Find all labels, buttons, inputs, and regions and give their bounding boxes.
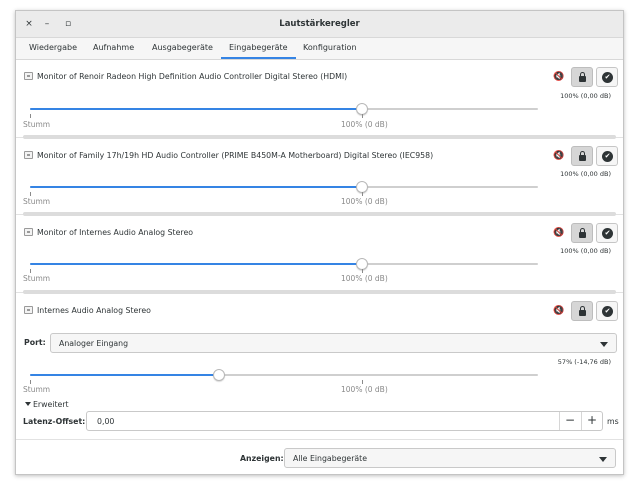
input-device-icon (24, 151, 33, 159)
dropdown-arrow-icon (599, 457, 607, 462)
titlebar: × – ▫ Lautstärkeregler (16, 11, 623, 38)
check-icon: ✔ (602, 72, 613, 83)
slider-tick (30, 380, 31, 384)
lock-channels-button[interactable] (571, 146, 593, 166)
check-icon: ✔ (602, 151, 613, 162)
advanced-label: Erweitert (33, 400, 69, 409)
volume-slider-fill (30, 263, 362, 265)
volume-slider-knob[interactable] (213, 369, 226, 381)
full-volume-mark-label: 100% (0 dB) (341, 197, 388, 206)
latency-offset-label: Latenz-Offset: (23, 417, 86, 426)
mute-mark-label: Stumm (23, 120, 51, 129)
latency-unit: ms (607, 417, 619, 426)
volume-slider-fill (30, 374, 220, 376)
device-row: Monitor of Internes Audio Analog Stereo … (16, 215, 623, 294)
tab-input-devices[interactable]: Eingabegeräte (221, 43, 296, 59)
volume-slider[interactable] (30, 258, 538, 270)
volume-slider[interactable] (30, 103, 538, 115)
device-row: Monitor of Renoir Radeon High Definition… (16, 61, 623, 139)
volume-slider[interactable] (30, 369, 538, 381)
port-select-value: Analoger Eingang (59, 339, 129, 348)
input-device-icon (24, 228, 33, 236)
latency-offset-value[interactable]: 0,00 (97, 417, 114, 426)
tab-configuration[interactable]: Konfiguration (303, 43, 357, 52)
slider-tick (362, 269, 363, 273)
lock-channels-button[interactable] (571, 223, 593, 243)
device-name: Internes Audio Analog Stereo (37, 306, 151, 315)
latency-offset-spinbutton[interactable]: 0,00 − + (86, 411, 603, 431)
port-select[interactable]: Analoger Eingang (50, 333, 617, 353)
volume-value: 100% (0,00 dB) (560, 92, 611, 100)
input-device-icon (24, 72, 33, 80)
mute-mark-label: Stumm (23, 385, 51, 394)
footer: Anzeigen: Alle Eingabegeräte (16, 439, 623, 474)
volume-value: 100% (0,00 dB) (560, 247, 611, 255)
show-devices-select[interactable]: Alle Eingabegeräte (284, 448, 616, 468)
set-default-button[interactable]: ✔ (596, 301, 618, 321)
tab-bar: Wiedergabe Aufnahme Ausgabegeräte Eingab… (16, 38, 623, 60)
full-volume-mark-label: 100% (0 dB) (341, 120, 388, 129)
mute-mark-label: Stumm (23, 197, 51, 206)
mute-mark-label: Stumm (23, 274, 51, 283)
lock-channels-button[interactable] (571, 301, 593, 321)
volume-value: 100% (0,00 dB) (560, 170, 611, 178)
volume-slider-fill (30, 108, 362, 110)
set-default-button[interactable]: ✔ (596, 67, 618, 87)
expander-arrow-icon (25, 402, 31, 406)
tab-playback[interactable]: Wiedergabe (29, 43, 77, 52)
show-label: Anzeigen: (240, 454, 284, 463)
check-icon: ✔ (602, 306, 613, 317)
slider-tick (362, 192, 363, 196)
mute-icon[interactable]: 🔇 (552, 150, 566, 162)
full-volume-mark-label: 100% (0 dB) (341, 274, 388, 283)
set-default-button[interactable]: ✔ (596, 146, 618, 166)
slider-tick (30, 269, 31, 273)
window-title: Lautstärkeregler (279, 19, 360, 29)
check-icon: ✔ (602, 228, 613, 239)
advanced-expander[interactable]: Erweitert (25, 400, 69, 409)
mute-icon[interactable]: 🔇 (552, 71, 566, 83)
full-volume-mark-label: 100% (0 dB) (341, 385, 388, 394)
slider-tick (30, 114, 31, 118)
volume-value: 57% (-14,76 dB) (557, 358, 611, 366)
slider-tick (362, 380, 363, 384)
set-default-button[interactable]: ✔ (596, 223, 618, 243)
device-row: Internes Audio Analog Stereo 🔇 ✔ Port: A… (16, 293, 623, 439)
volume-slider-fill (30, 186, 362, 188)
input-device-icon (24, 306, 33, 314)
device-name: Monitor of Internes Audio Analog Stereo (37, 228, 194, 237)
tab-recording[interactable]: Aufnahme (93, 43, 134, 52)
lock-channels-button[interactable] (571, 67, 593, 87)
device-name: Monitor of Renoir Radeon High Definition… (37, 72, 348, 81)
device-name: Monitor of Family 17h/19h HD Audio Contr… (37, 151, 434, 160)
show-devices-value: Alle Eingabegeräte (293, 454, 368, 463)
volume-slider[interactable] (30, 181, 538, 193)
slider-tick (30, 192, 31, 196)
tab-output-devices[interactable]: Ausgabegeräte (152, 43, 213, 52)
mute-icon[interactable]: 🔇 (552, 227, 566, 239)
mute-icon[interactable]: 🔇 (552, 305, 566, 317)
volume-control-window: × – ▫ Lautstärkeregler Wiedergabe Aufnah… (15, 10, 624, 475)
slider-tick (362, 114, 363, 118)
dropdown-arrow-icon (600, 342, 608, 347)
decrement-button[interactable]: − (559, 412, 580, 430)
device-row: Monitor of Family 17h/19h HD Audio Contr… (16, 138, 623, 216)
port-label: Port: (24, 338, 46, 347)
increment-button[interactable]: + (581, 412, 602, 430)
